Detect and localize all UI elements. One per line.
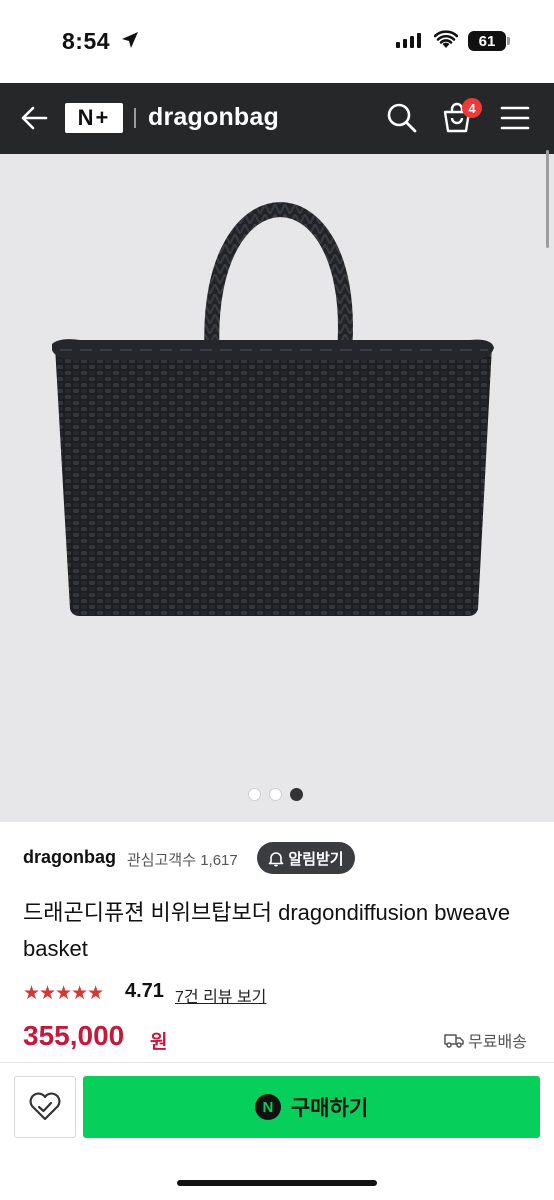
- battery-tip: [507, 37, 510, 45]
- hamburger-menu-icon[interactable]: [500, 106, 530, 130]
- location-arrow-icon: [122, 32, 138, 48]
- shipping-label: 무료배송: [468, 1034, 527, 1051]
- buy-button[interactable]: N 구매하기: [83, 1076, 540, 1138]
- bell-plus-icon: [269, 851, 284, 866]
- store-name-link[interactable]: dragonbag: [23, 847, 116, 868]
- naver-pay-n-icon: N: [254, 1094, 281, 1120]
- followers-count: 관심고객수 1,617: [127, 849, 238, 870]
- home-indicator[interactable]: [177, 1180, 377, 1186]
- bottom-divider: [0, 1062, 554, 1063]
- naver-plus-logo[interactable]: N+: [65, 103, 123, 133]
- cellular-signal-icon: [396, 33, 421, 48]
- price-currency: 원: [150, 1032, 168, 1053]
- rating-stars: ★★★★★: [23, 983, 104, 1004]
- reviews-link[interactable]: 7건 리뷰 보기: [175, 983, 266, 1007]
- product-image-gallery[interactable]: [0, 154, 554, 822]
- gallery-pagination[interactable]: [248, 788, 303, 801]
- page-scrollbar[interactable]: [546, 150, 549, 248]
- rating-value: 4.71: [125, 980, 164, 1002]
- buy-label: 구매하기: [290, 1097, 369, 1120]
- notify-label: 알림받기: [288, 850, 344, 868]
- product-price: 355,000: [23, 1020, 125, 1051]
- status-time: 8:54: [62, 28, 111, 54]
- gallery-dot-active[interactable]: [290, 788, 303, 801]
- shipping-info: 무료배송: [444, 1028, 527, 1052]
- battery-icon: 61: [468, 31, 506, 51]
- followers-label: 관심고객수: [127, 852, 197, 869]
- cart-count-badge: 4: [462, 98, 482, 118]
- wifi-icon: [434, 30, 458, 48]
- store-brand-title[interactable]: dragonbag: [148, 103, 279, 132]
- product-image-woven-basket: [52, 202, 494, 616]
- product-title: 드래곤디퓨젼 비위브탑보더 dragondiffusion bweave bas…: [23, 900, 511, 961]
- notify-button[interactable]: 알림받기: [257, 842, 355, 874]
- header-divider: [134, 108, 136, 128]
- heart-check-icon: [29, 1092, 61, 1121]
- truck-icon: [444, 1034, 464, 1048]
- followers-number: 1,617: [200, 852, 238, 869]
- wishlist-button[interactable]: [14, 1076, 76, 1138]
- gallery-dot[interactable]: [269, 788, 282, 801]
- back-arrow-icon[interactable]: [20, 103, 48, 133]
- gallery-dot[interactable]: [248, 788, 261, 801]
- search-icon[interactable]: [386, 102, 418, 134]
